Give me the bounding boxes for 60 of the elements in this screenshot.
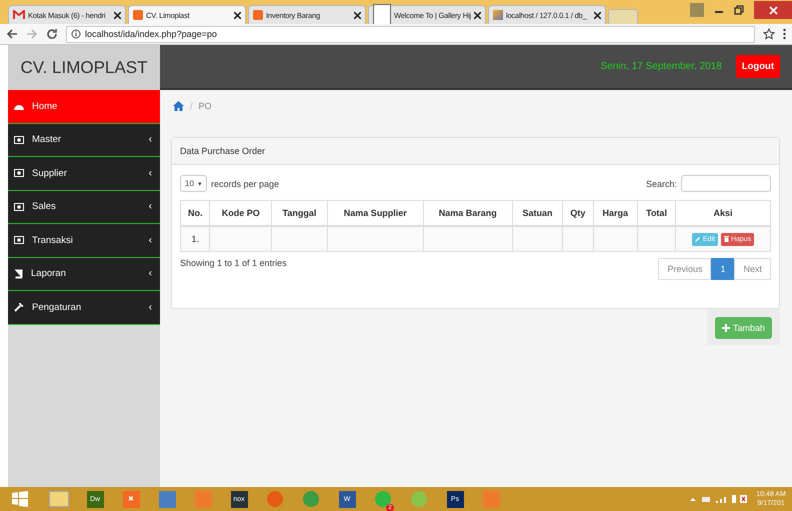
star-icon[interactable] [763, 28, 775, 40]
sidebar-item[interactable]: Sales ‹ [8, 190, 160, 224]
trash-icon [724, 236, 729, 242]
menu-icon[interactable] [783, 28, 786, 40]
chevron-text: ‹ [148, 134, 152, 146]
sidebar-item[interactable]: Supplier ‹ [8, 157, 160, 190]
sidebar-item[interactable]: Laporan ‹ [8, 258, 160, 291]
pagination-button[interactable]: 1 [711, 258, 734, 280]
sidebar-item[interactable]: Transaksi ‹ [8, 224, 160, 258]
close-icon[interactable] [594, 12, 601, 18]
money-icon [14, 169, 24, 178]
windows-icon[interactable] [12, 491, 28, 507]
home-icon[interactable] [173, 101, 184, 111]
sidebar-item[interactable]: Master ‹ [8, 124, 160, 157]
tray-icons-drawing[interactable] [690, 494, 748, 504]
chevron-text: ‹ [148, 268, 152, 280]
table-cell [562, 226, 593, 252]
restore-icon[interactable] [734, 5, 744, 15]
chevron-text: ‹ [148, 201, 152, 212]
logout-button[interactable]: Logout [736, 55, 780, 78]
table-cell [210, 226, 272, 252]
chevron-text: ‹ [148, 234, 152, 246]
chevron-text: ‹ [148, 168, 152, 179]
breadcrumb-text: PO [198, 101, 212, 111]
back-icon[interactable] [6, 28, 18, 40]
chevron-text: ‹ [148, 302, 152, 313]
money-icon [14, 202, 24, 211]
search-field[interactable] [681, 175, 771, 192]
table-cell: 1. [180, 226, 210, 252]
mail-icon [13, 10, 25, 20]
close-window-button[interactable] [754, 1, 792, 19]
app-icon [133, 10, 143, 20]
table-cell [593, 226, 638, 252]
money-icon [14, 236, 24, 244]
wrench-icon [14, 302, 24, 312]
entries-info: Showing 1 to 1 of 1 entries [180, 258, 287, 268]
breadcrumb-separator: / [190, 101, 193, 111]
info-icon [71, 29, 81, 39]
sidebar-item[interactable]: Pengaturan ‹ [8, 291, 160, 324]
close-icon[interactable] [354, 12, 361, 18]
pencil-icon [694, 236, 701, 242]
reload-icon[interactable] [46, 28, 58, 40]
date-text: Senin, 17 September, 2018 [600, 61, 722, 72]
records-label: records per page [211, 178, 280, 188]
close-icon[interactable] [474, 12, 481, 18]
table-cell [272, 226, 328, 252]
panel-title: Data Purchase Order [172, 138, 779, 165]
pagination-button[interactable]: Previous [658, 258, 712, 280]
address-field[interactable]: localhost/ida/index.php?page=po [66, 26, 755, 42]
close-icon[interactable] [114, 12, 121, 18]
brand-title: CV. LIMOPLAST [8, 45, 160, 90]
search-label: Search: [646, 178, 677, 188]
close-icon[interactable] [234, 12, 241, 18]
app-icon [253, 10, 263, 20]
sidebar-item[interactable]: Home [8, 90, 160, 124]
close-icon [768, 6, 778, 14]
table-cell [512, 226, 563, 252]
plus-icon [722, 324, 730, 332]
money-icon [14, 136, 24, 144]
pagination-button[interactable]: Next [734, 258, 771, 280]
